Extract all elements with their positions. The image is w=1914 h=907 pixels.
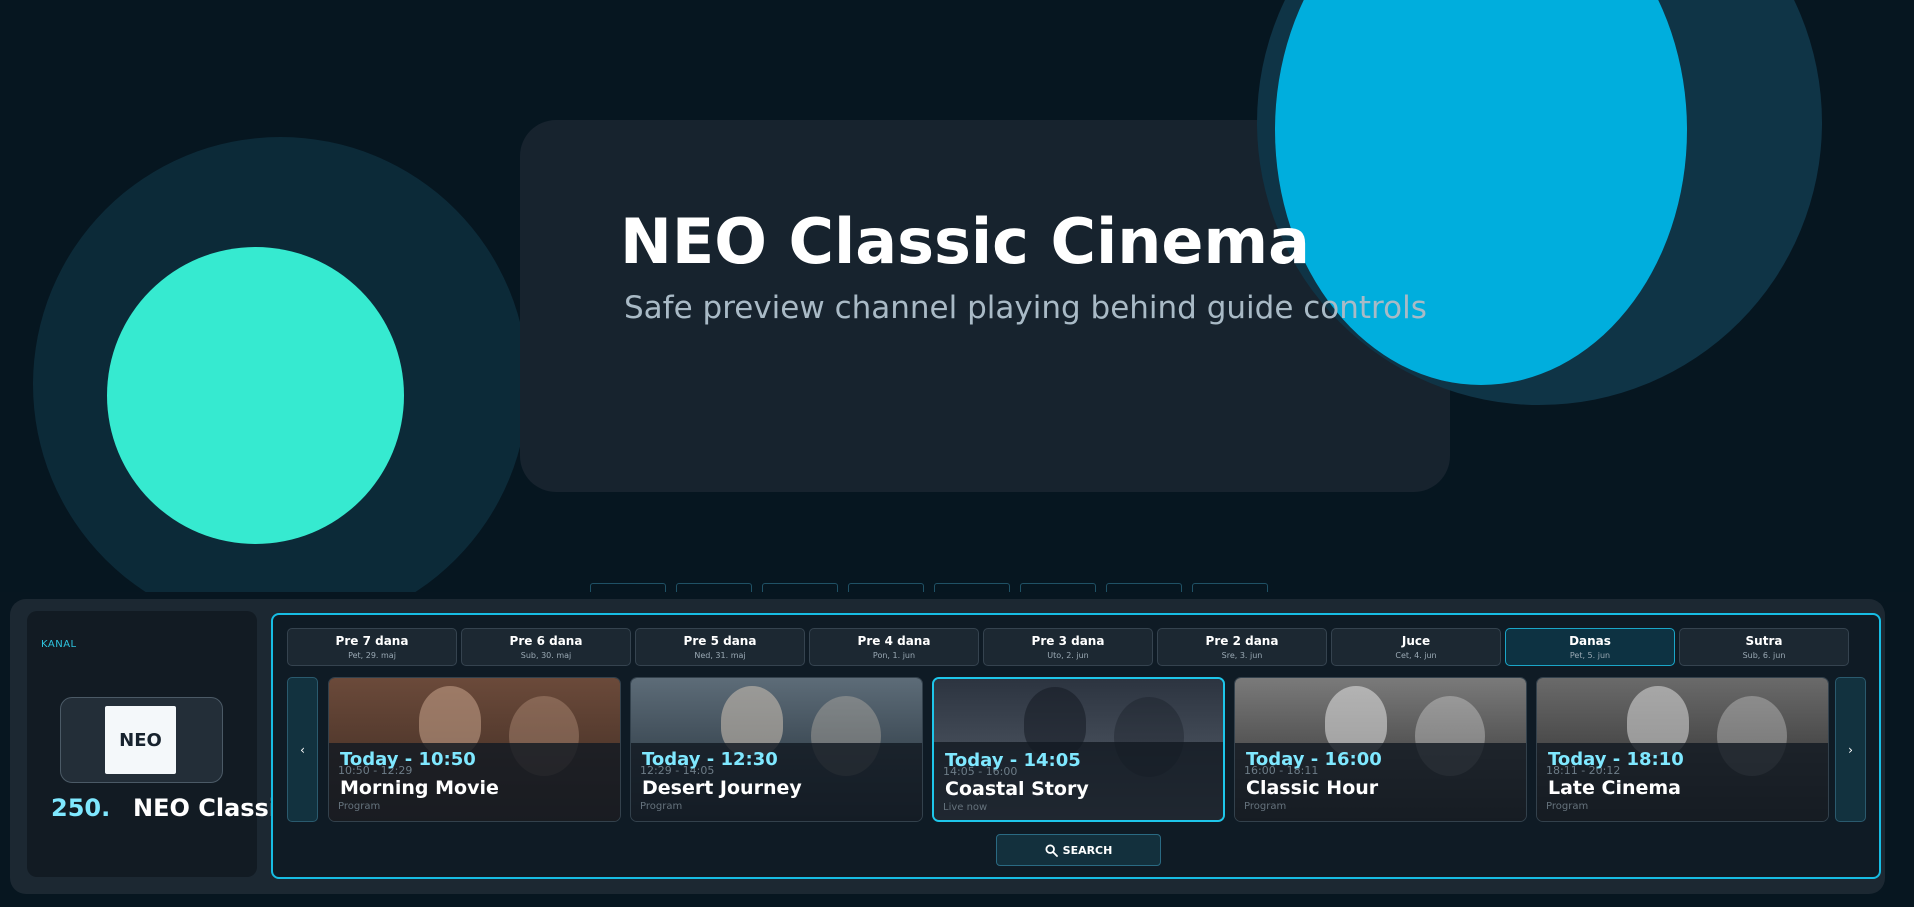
day-tab[interactable]: Pre 3 dana Uto, 2. jun xyxy=(983,628,1153,666)
prev-button[interactable]: ‹ xyxy=(287,677,318,822)
program-tag: Program xyxy=(640,801,683,812)
day-tab-date: Pet, 5. jun xyxy=(1569,651,1611,660)
program-tag: Program xyxy=(1546,801,1589,812)
day-tab[interactable]: Danas Pet, 5. jun xyxy=(1505,628,1675,666)
day-tab[interactable]: Pre 7 dana Pet, 29. maj xyxy=(287,628,457,666)
program-title: Classic Hour xyxy=(1246,777,1379,799)
day-tab-label: Pre 2 dana xyxy=(1205,634,1279,648)
day-tab[interactable]: Juce Cet, 4. jun xyxy=(1331,628,1501,666)
day-tab-date: Ned, 31. maj xyxy=(694,651,746,660)
program-list: 10:50 - 12:29 Program Today - 10:50 Morning… xyxy=(328,677,1829,822)
program-tag: Program xyxy=(1244,801,1287,812)
channel-name: NEO Classic xyxy=(133,794,283,822)
day-tab[interactable]: Pre 4 dana Pon, 1. jun xyxy=(809,628,979,666)
program-card[interactable]: 18:11 - 20:12 Program Today - 18:10 Late Ci… xyxy=(1536,677,1829,822)
guide-panel: Pre 7 dana Pet, 29. maj Pre 6 dana Sub, 30.… xyxy=(271,613,1881,879)
channel-label: KANAL xyxy=(41,639,77,650)
channel-number: 250. xyxy=(51,794,111,822)
day-tab-label: Pre 7 dana xyxy=(335,634,409,648)
day-tab-label: Sutra xyxy=(1745,634,1783,648)
day-tab[interactable]: Pre 6 dana Sub, 30. maj xyxy=(461,628,631,666)
day-tabs: Pre 7 dana Pet, 29. maj Pre 6 dana Sub, 30.… xyxy=(287,628,1849,666)
chevron-right-icon: › xyxy=(1848,742,1853,757)
program-card[interactable]: 16:00 - 18:11 Program Today - 16:00 Classic… xyxy=(1234,677,1527,822)
program-title: Desert Journey xyxy=(642,777,802,799)
day-tab-label: Danas xyxy=(1569,634,1611,648)
chevron-left-icon: ‹ xyxy=(300,742,305,757)
day-tab-date: Pet, 29. maj xyxy=(348,651,396,660)
preview-subtitle: Safe preview channel playing behind guid… xyxy=(624,290,1427,326)
tv-guide: KANAL NEO 250. NEO Classic Pre 7 dana Pet… xyxy=(10,599,1885,894)
day-tab-label: Juce xyxy=(1401,634,1431,648)
preview-title: NEO Classic Cinema xyxy=(620,205,1310,278)
search-button[interactable]: SEARCH xyxy=(996,834,1161,866)
day-tab-date: Sub, 6. jun xyxy=(1742,651,1786,660)
day-tab-date: Uto, 2. jun xyxy=(1047,651,1089,660)
day-tab-label: Pre 6 dana xyxy=(509,634,583,648)
channel-panel: KANAL NEO 250. NEO Classic xyxy=(27,611,283,877)
program-time: Today - 16:00 xyxy=(1246,749,1382,770)
day-tab-date: Pon, 1. jun xyxy=(872,651,916,660)
program-time: Today - 14:05 xyxy=(945,750,1081,771)
program-title: Coastal Story xyxy=(945,778,1089,800)
day-tab[interactable]: Sutra Sub, 6. jun xyxy=(1679,628,1849,666)
preview-area: NEO Classic Cinema Safe preview channel … xyxy=(0,0,1914,592)
search-icon xyxy=(1045,843,1058,857)
channel-logo: NEO xyxy=(60,697,223,783)
program-time: Today - 12:30 xyxy=(642,749,778,770)
day-tab-label: Pre 4 dana xyxy=(857,634,931,648)
program-card[interactable]: 12:29 - 14:05 Program Today - 12:30 Desert … xyxy=(630,677,923,822)
program-time: Today - 18:10 xyxy=(1548,749,1684,770)
day-tab-date: Sre, 3. jun xyxy=(1221,651,1263,660)
program-time: Today - 10:50 xyxy=(340,749,476,770)
decor-circle-green xyxy=(107,247,404,544)
search-label: SEARCH xyxy=(1062,843,1113,857)
day-tab[interactable]: Pre 5 dana Ned, 31. maj xyxy=(635,628,805,666)
decor-ghost-row xyxy=(590,583,1268,592)
program-title: Morning Movie xyxy=(340,777,499,799)
day-tab-label: Pre 3 dana xyxy=(1031,634,1105,648)
day-tab[interactable]: Pre 2 dana Sre, 3. jun xyxy=(1157,628,1327,666)
program-tag: Program xyxy=(338,801,381,812)
channel-logo-text: NEO xyxy=(105,706,176,774)
day-tab-date: Sub, 30. maj xyxy=(520,651,572,660)
program-tag: Live now xyxy=(943,802,988,813)
day-tab-date: Cet, 4. jun xyxy=(1395,651,1437,660)
program-title: Late Cinema xyxy=(1548,777,1681,799)
program-card[interactable]: 14:05 - 16:00 Live now Today - 14:05 Coasta… xyxy=(932,677,1225,822)
program-card[interactable]: 10:50 - 12:29 Program Today - 10:50 Morning… xyxy=(328,677,621,822)
next-button[interactable]: › xyxy=(1835,677,1866,822)
day-tab-label: Pre 5 dana xyxy=(683,634,757,648)
